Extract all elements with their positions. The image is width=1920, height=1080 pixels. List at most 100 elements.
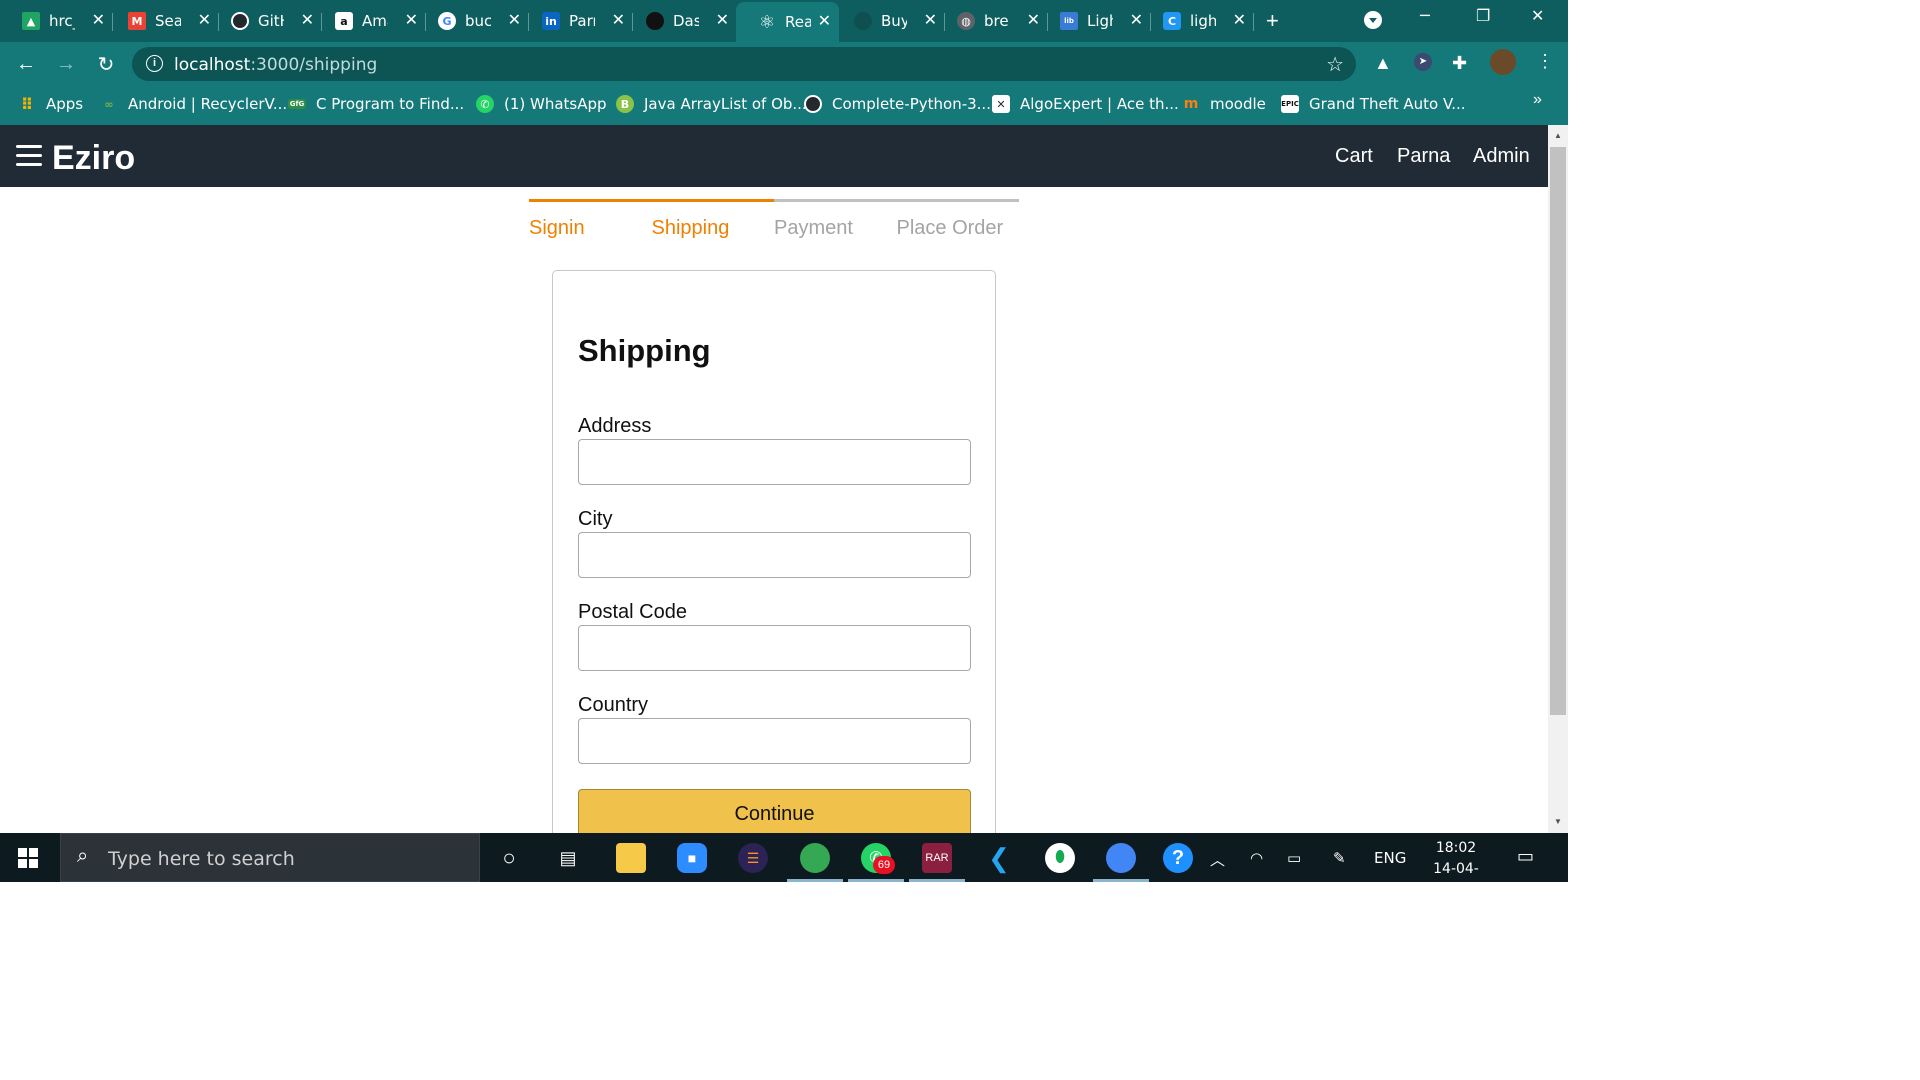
reload-icon[interactable]: ↻ — [92, 50, 120, 78]
bookmark-item[interactable]: Complete-Python-3... — [804, 94, 991, 114]
url-text[interactable]: localhost:3000/shipping — [174, 55, 377, 75]
postal-code-label: Postal Code — [578, 601, 687, 623]
minimize-icon[interactable]: ─ — [1420, 6, 1430, 25]
zoom-icon[interactable]: ■ — [677, 843, 707, 873]
pen-icon[interactable]: ✎ — [1333, 849, 1346, 867]
bookmark-item[interactable]: ✕ AlgoExpert | Ace th... — [992, 94, 1179, 114]
close-tab-icon[interactable]: ✕ — [612, 10, 625, 29]
country-label: Country — [578, 694, 649, 716]
bookmarks-bar: ⠿ Apps ∞ Android | RecyclerV... GfG C Progr… — [0, 86, 1568, 125]
extension-triangle-icon[interactable]: ▲ — [1374, 53, 1392, 74]
close-tab-icon[interactable]: ✕ — [818, 11, 831, 30]
running-indicator — [848, 879, 904, 882]
browser-tab[interactable]: ▲ hrc_ ✕ — [0, 6, 113, 36]
mongodb-compass-icon[interactable]: ⬮ — [1045, 843, 1075, 873]
browser-tab-strip: ▲ hrc_ ✕ M Sear ✕ GitH ✕ a Ama ✕ G buc ✕… — [0, 0, 1568, 42]
scroll-up-icon[interactable]: ▲ — [1554, 131, 1562, 140]
nav-user-link[interactable]: Parna — [1397, 145, 1450, 168]
hamburger-menu-icon[interactable] — [16, 145, 42, 167]
country-input[interactable] — [578, 718, 971, 764]
cortana-icon[interactable]: ○ — [494, 843, 524, 873]
notifications-icon[interactable]: ▭ — [1517, 846, 1534, 867]
browser-tab[interactable]: Buy ✕ — [832, 6, 945, 36]
bookmark-item[interactable]: GfG C Program to Find... — [288, 94, 464, 114]
search-icon: ⌕ — [77, 845, 89, 867]
linkedin-icon: in — [542, 12, 560, 30]
help-icon[interactable]: ? — [1163, 843, 1193, 873]
step-place-order: Place Order — [896, 199, 1019, 239]
postal-code-input[interactable] — [578, 625, 971, 671]
file-explorer-icon[interactable] — [616, 843, 646, 873]
codepen-icon: C — [1163, 12, 1181, 30]
winrar-icon[interactable]: RAR — [922, 843, 952, 873]
bookmark-item[interactable]: m moodle — [1182, 94, 1266, 114]
city-input[interactable] — [578, 532, 971, 578]
browser-tab-active[interactable]: ⚛ Rea ✕ — [736, 2, 839, 42]
running-indicator — [1093, 879, 1149, 882]
bookmark-item[interactable]: EPIC Grand Theft Auto V... — [1281, 94, 1466, 114]
wifi-icon[interactable]: ◠ — [1250, 849, 1263, 867]
bookmark-item[interactable]: ∞ Android | RecyclerV... — [100, 94, 287, 114]
close-tab-icon[interactable]: ✕ — [1233, 10, 1246, 29]
continue-button[interactable]: Continue — [578, 789, 971, 833]
bookmark-b-icon: B — [616, 95, 634, 113]
more-bookmarks-icon[interactable]: » — [1533, 91, 1542, 109]
tray-expand-icon[interactable]: ︿ — [1210, 849, 1225, 870]
task-view-icon[interactable]: ▤ — [553, 843, 583, 873]
back-arrow-icon[interactable]: ← — [12, 50, 40, 78]
browser-tab[interactable]: Das ✕ — [624, 6, 737, 36]
browser-tab[interactable]: GitH ✕ — [209, 6, 322, 36]
browser-menu-icon[interactable]: ⋮ — [1536, 51, 1554, 72]
extension-cursor-icon[interactable]: ➤ — [1414, 53, 1432, 71]
tab-search-icon[interactable] — [1364, 11, 1382, 29]
windows-start-icon[interactable] — [18, 848, 38, 868]
profile-avatar[interactable] — [1490, 49, 1516, 75]
page-scrollbar[interactable]: ▲ ▼ — [1548, 125, 1568, 833]
taskbar-search-box[interactable]: ⌕ Type here to search — [60, 833, 480, 882]
address-bar[interactable]: i localhost:3000/shipping ☆ — [132, 47, 1356, 81]
battery-icon[interactable]: ▭ — [1287, 849, 1301, 867]
browser-tab[interactable]: C ligh ✕ — [1141, 6, 1254, 36]
geeksforgeeks-icon: GfG — [288, 99, 306, 109]
windows-taskbar: ⌕ Type here to search ○ ▤ ■ ☰ ✆ RAR ❮ ⬮ … — [0, 833, 1568, 882]
brand-logo[interactable]: Eziro — [52, 139, 135, 178]
github-icon — [231, 12, 249, 30]
react-icon: ⚛ — [758, 11, 776, 33]
gmail-icon: M — [128, 12, 146, 30]
browser-tab[interactable]: lib Ligh ✕ — [1038, 6, 1151, 36]
close-window-icon[interactable]: ✕ — [1531, 6, 1544, 25]
close-tab-icon[interactable]: ✕ — [508, 10, 521, 29]
browser-tab[interactable]: in Parr ✕ — [520, 6, 633, 36]
extensions-puzzle-icon[interactable]: ✚ — [1452, 53, 1467, 74]
scrollbar-thumb[interactable] — [1550, 147, 1566, 715]
site-info-icon[interactable]: i — [146, 55, 163, 72]
bookmark-apps[interactable]: ⠿ Apps — [18, 94, 83, 114]
bookmark-star-icon[interactable]: ☆ — [1326, 52, 1344, 77]
chrome-icon[interactable] — [800, 843, 830, 873]
address-input[interactable] — [578, 439, 971, 485]
close-tab-icon[interactable]: ✕ — [92, 10, 105, 29]
browser-tab[interactable]: ◍ bre ✕ — [935, 6, 1048, 36]
step-signin: Signin — [529, 199, 652, 239]
chrome-profile-icon[interactable] — [1106, 843, 1136, 873]
close-tab-icon[interactable]: ✕ — [301, 10, 314, 29]
bookmark-item[interactable]: ✆ (1) WhatsApp — [476, 94, 607, 114]
restore-icon[interactable]: ❐ — [1476, 6, 1490, 25]
nav-cart-link[interactable]: Cart — [1335, 145, 1373, 168]
vscode-icon[interactable]: ❮ — [984, 843, 1014, 873]
bookmark-item[interactable]: B Java ArrayList of Ob... — [616, 94, 807, 114]
nav-admin-link[interactable]: Admin — [1473, 145, 1530, 168]
system-clock[interactable]: 18:02 14-04-2021 — [1416, 838, 1496, 882]
language-indicator[interactable]: ENG — [1374, 849, 1406, 867]
scroll-down-icon[interactable]: ▼ — [1554, 817, 1562, 826]
city-label: City — [578, 508, 613, 530]
browser-tab[interactable]: a Ama ✕ — [313, 6, 426, 36]
eclipse-icon[interactable]: ☰ — [738, 843, 768, 873]
forward-arrow-icon[interactable]: → — [52, 50, 80, 78]
notification-count-badge: 69 — [873, 856, 895, 874]
new-tab-icon[interactable]: + — [1266, 8, 1279, 34]
close-tab-icon[interactable]: ✕ — [716, 10, 729, 29]
browser-tab[interactable]: M Sear ✕ — [106, 6, 219, 36]
checkout-steps: Signin Shipping Payment Place Order — [529, 199, 1019, 249]
browser-tab[interactable]: G buc ✕ — [416, 6, 529, 36]
